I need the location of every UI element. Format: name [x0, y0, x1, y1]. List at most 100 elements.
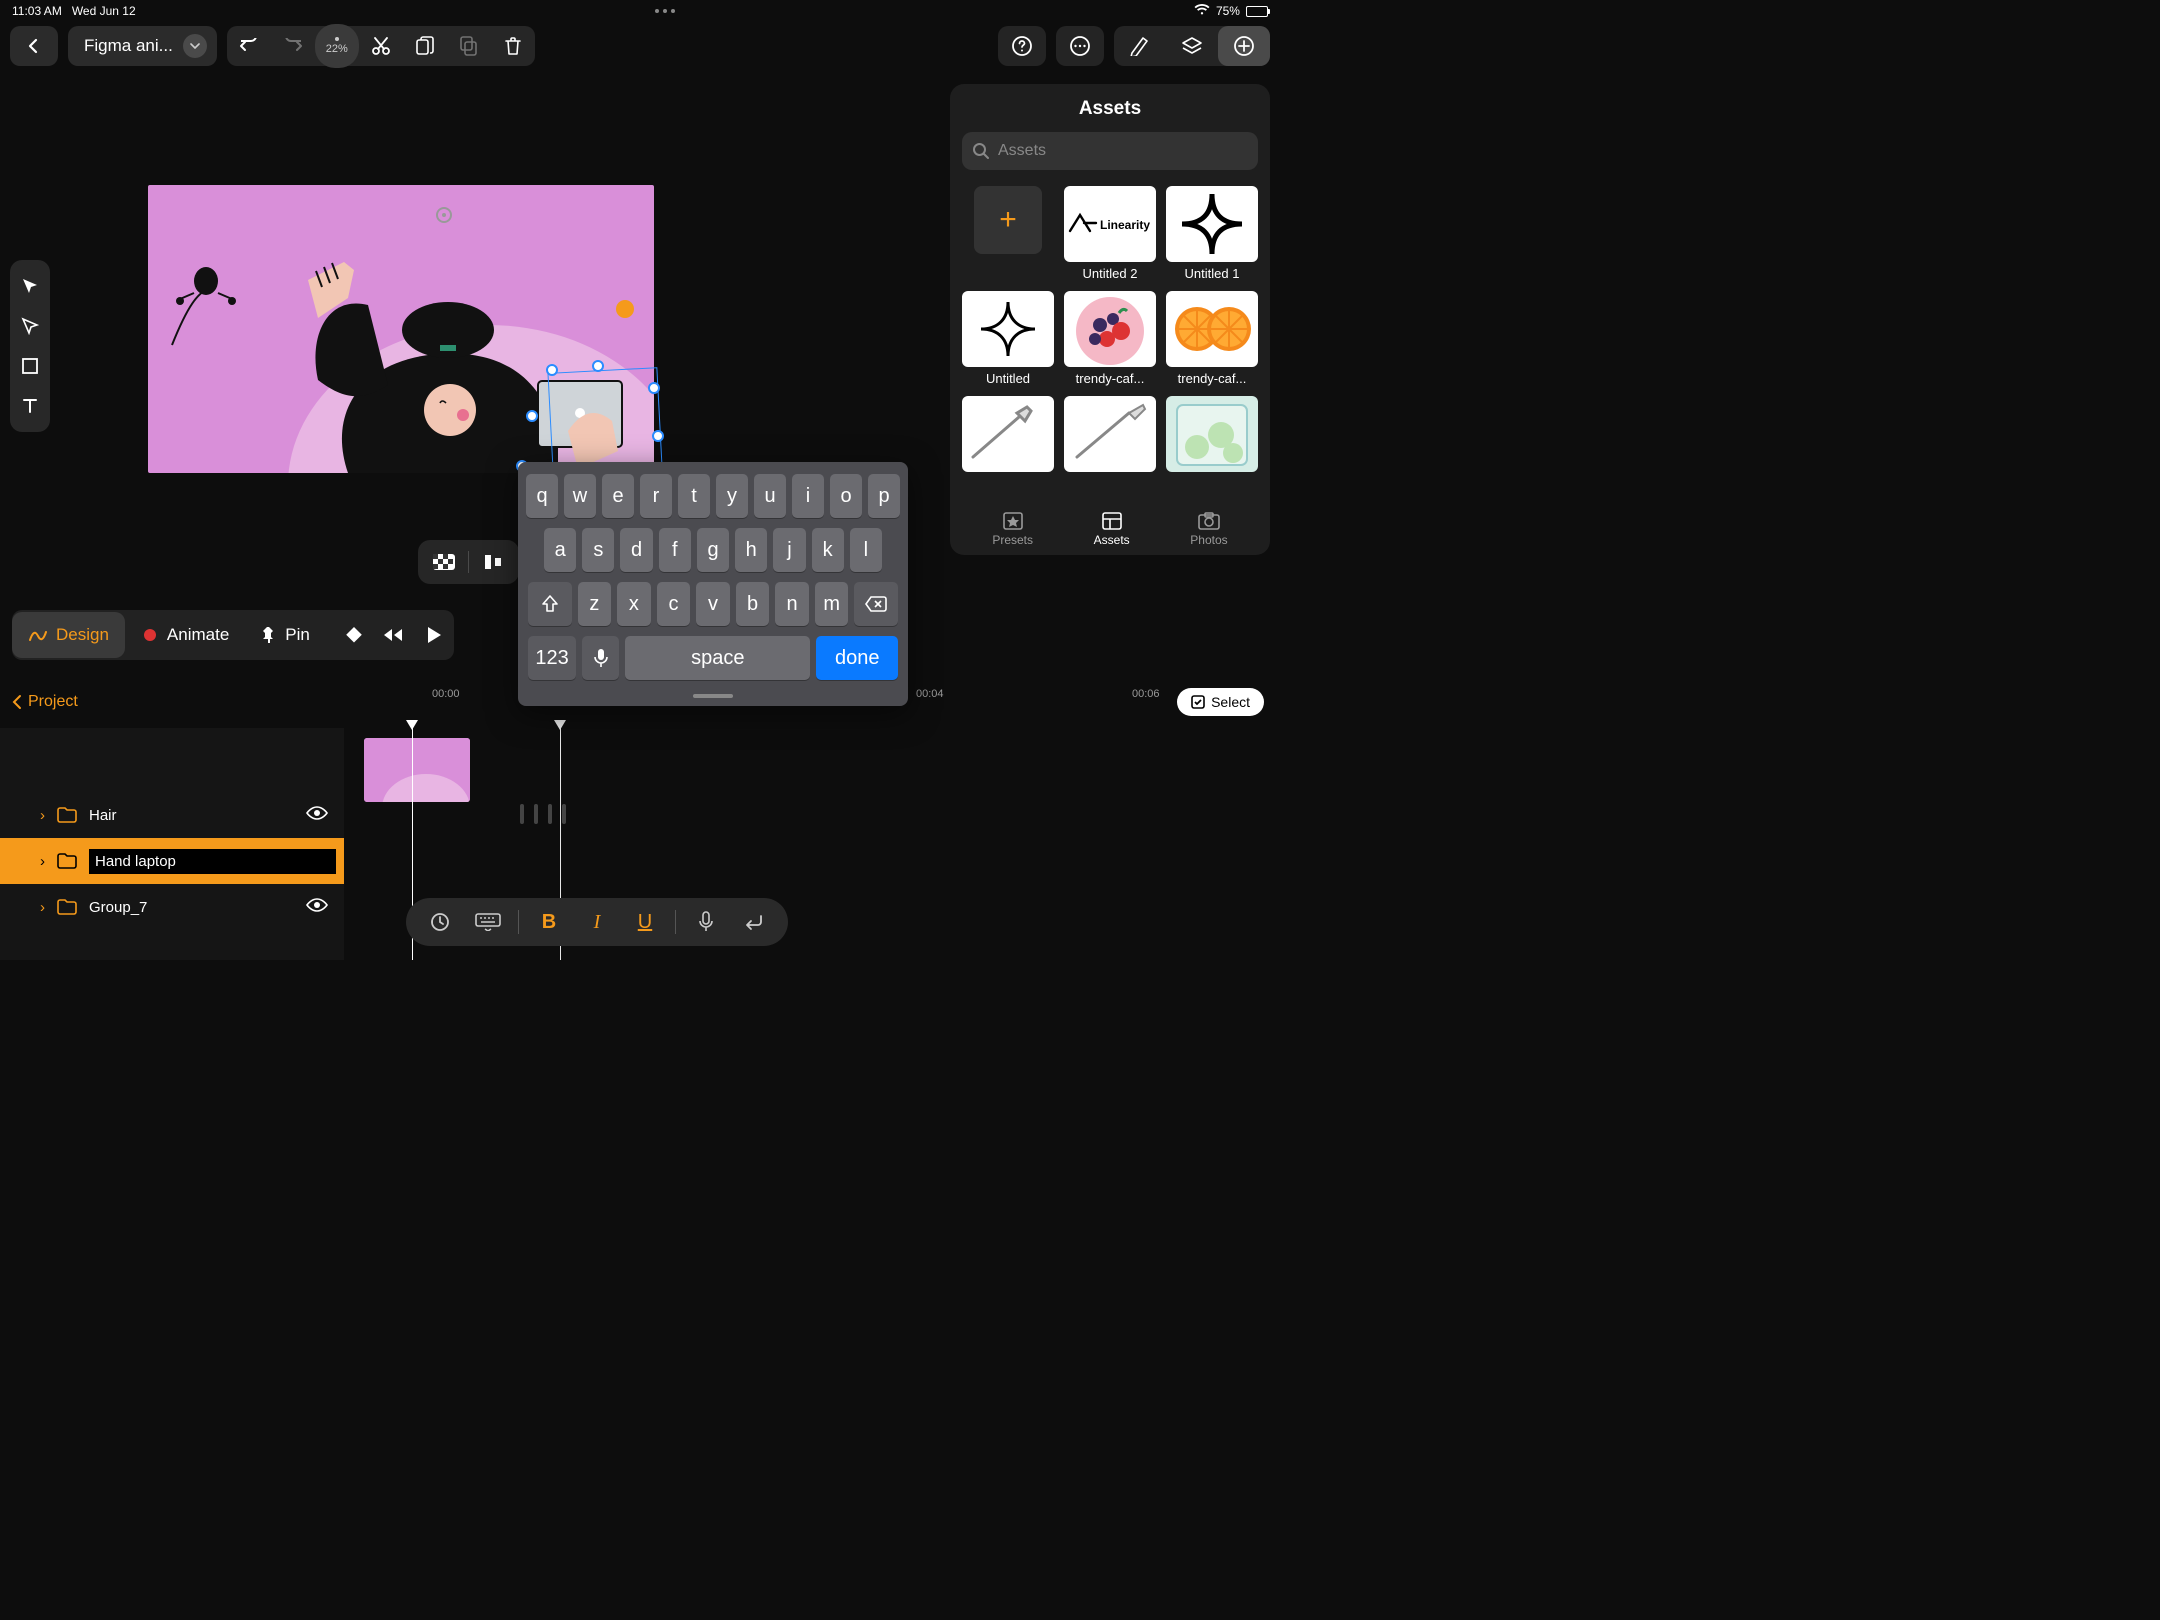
back-button[interactable] [10, 26, 58, 66]
layers-panel[interactable]: › Hair › › Group_7 [0, 728, 344, 960]
key-c[interactable]: c [657, 582, 691, 626]
rewind-button[interactable] [374, 615, 414, 655]
key-l[interactable]: l [850, 528, 882, 572]
canvas[interactable] [148, 185, 654, 473]
assets-search[interactable]: Assets [962, 132, 1258, 170]
floating-keyboard[interactable]: qwertyuiop asdfghjkl zxcvbnm 123 space d… [518, 462, 908, 706]
delete-button[interactable] [491, 26, 535, 66]
move-tool[interactable] [10, 266, 50, 306]
key-g[interactable]: g [697, 528, 729, 572]
key-z[interactable]: z [578, 582, 612, 626]
underline-button[interactable]: U [621, 898, 669, 946]
key-a[interactable]: a [544, 528, 576, 572]
visibility-toggle[interactable] [306, 806, 328, 824]
panel-tab-add[interactable] [1218, 26, 1270, 66]
key-k[interactable]: k [812, 528, 844, 572]
key-done[interactable]: done [816, 636, 898, 680]
return-button[interactable] [730, 898, 778, 946]
tab-assets[interactable]: Assets [1094, 511, 1130, 547]
panel-tab-layers[interactable] [1166, 26, 1218, 66]
keyframe-button[interactable] [334, 615, 374, 655]
key-s[interactable]: s [582, 528, 614, 572]
layer-group-7[interactable]: › Group_7 [0, 884, 344, 930]
project-back-button[interactable]: Project [12, 693, 78, 711]
dictation-button[interactable] [682, 898, 730, 946]
timeline-clip[interactable] [364, 738, 470, 802]
mode-animate[interactable]: Animate [125, 612, 245, 658]
undo-button[interactable] [227, 26, 271, 66]
help-button[interactable] [998, 26, 1046, 66]
key-numbers[interactable]: 123 [528, 636, 576, 680]
key-f[interactable]: f [659, 528, 691, 572]
key-space[interactable]: space [625, 636, 810, 680]
text-format-bar: B I U [406, 898, 788, 946]
cut-button[interactable] [359, 26, 403, 66]
canvas-mini-toolbar [418, 540, 519, 584]
text-tool[interactable] [10, 386, 50, 426]
more-button[interactable] [1056, 26, 1104, 66]
mode-pin[interactable]: Pin [245, 612, 326, 658]
keyboard-drag-handle[interactable] [693, 694, 733, 698]
key-⇧[interactable] [528, 582, 572, 626]
history-button[interactable] [416, 898, 464, 946]
key-x[interactable]: x [617, 582, 651, 626]
key-u[interactable]: u [754, 474, 786, 518]
multitask-dots[interactable] [655, 9, 675, 13]
asset-item[interactable]: Untitled [962, 291, 1054, 386]
asset-add[interactable]: + [962, 186, 1054, 281]
key-r[interactable]: r [640, 474, 672, 518]
align-button[interactable] [473, 542, 513, 582]
asset-item[interactable]: trendy-caf... [1064, 291, 1156, 386]
layer-hand-laptop[interactable]: › [0, 838, 344, 884]
key-e[interactable]: e [602, 474, 634, 518]
key-j[interactable]: j [773, 528, 805, 572]
key-p[interactable]: p [868, 474, 900, 518]
zoom-indicator[interactable]: 22% [315, 24, 359, 68]
key-y[interactable]: y [716, 474, 748, 518]
left-toolbar [10, 260, 50, 432]
asset-item[interactable] [1064, 396, 1156, 491]
transparency-button[interactable] [424, 542, 464, 582]
key-m[interactable]: m [815, 582, 849, 626]
tab-presets[interactable]: Presets [992, 511, 1033, 547]
tab-photos[interactable]: Photos [1190, 511, 1227, 547]
key-d[interactable]: d [620, 528, 652, 572]
key-v[interactable]: v [696, 582, 730, 626]
rotation-anchor[interactable] [616, 300, 634, 318]
node-tool[interactable] [10, 306, 50, 346]
folder-icon [57, 899, 77, 915]
key-b[interactable]: b [736, 582, 770, 626]
status-time: 11:03 AM [12, 4, 62, 18]
project-title-pill[interactable]: Figma ani... [68, 26, 217, 66]
key-q[interactable]: q [526, 474, 558, 518]
panel-tab-styles[interactable] [1114, 26, 1166, 66]
asset-item[interactable]: Untitled 1 [1166, 186, 1258, 281]
copy-button[interactable] [403, 26, 447, 66]
shape-tool[interactable] [10, 346, 50, 386]
redo-button[interactable] [271, 26, 315, 66]
play-button[interactable] [414, 615, 454, 655]
italic-button[interactable]: I [573, 898, 621, 946]
keyboard-toggle[interactable] [464, 898, 512, 946]
bold-button[interactable]: B [525, 898, 573, 946]
asset-item[interactable]: LinearityUntitled 2 [1064, 186, 1156, 281]
asset-item[interactable] [962, 396, 1054, 491]
key-⌫[interactable] [854, 582, 898, 626]
asset-item[interactable]: trendy-caf... [1166, 291, 1258, 386]
chevron-right-icon: › [40, 807, 45, 824]
key-n[interactable]: n [775, 582, 809, 626]
paste-button[interactable] [447, 26, 491, 66]
key-h[interactable]: h [735, 528, 767, 572]
layer-rename-input[interactable] [89, 849, 336, 874]
key-w[interactable]: w [564, 474, 596, 518]
key-mic[interactable] [582, 636, 619, 680]
mode-design[interactable]: Design [12, 612, 125, 658]
asset-item[interactable] [1166, 396, 1258, 491]
visibility-toggle[interactable] [306, 898, 328, 916]
app-top-bar: Figma ani... 22% [0, 22, 1280, 70]
key-o[interactable]: o [830, 474, 862, 518]
layer-hair[interactable]: › Hair [0, 792, 344, 838]
key-t[interactable]: t [678, 474, 710, 518]
mode-bar: Design Animate Pin [12, 610, 454, 660]
key-i[interactable]: i [792, 474, 824, 518]
